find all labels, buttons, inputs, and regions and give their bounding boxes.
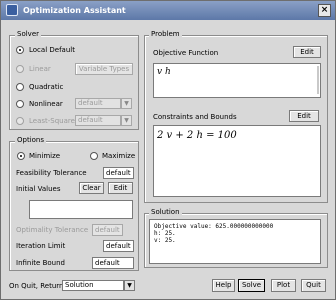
local-default-label: Local Default [29,46,75,54]
nonlinear-label: Nonlinear [29,100,63,108]
chevron-down-icon[interactable]: ▼ [121,98,132,109]
nonlinear-method-value: default [75,98,121,109]
optimality-tolerance-field[interactable]: default [92,224,123,236]
minimize-label: Minimize [29,152,61,160]
optimality-tolerance-label: Optimality Tolerance [16,226,89,234]
feasibility-tolerance-label: Feasibility Tolerance [16,169,87,177]
chevron-down-icon[interactable]: ▼ [121,115,132,126]
solution-output: Objective value: 625.000000000000 h: 25.… [149,219,321,264]
radio-least-squares[interactable] [16,117,24,125]
title-bar[interactable]: Optimization Assistant × [1,1,335,20]
solution-line: h: 25. [154,230,176,237]
solve-button[interactable]: Solve [238,279,265,292]
window-title: Optimization Assistant [23,6,126,15]
constraints-bounds-label: Constraints and Bounds [153,113,237,121]
clear-initial-values-button[interactable]: Clear [79,182,104,194]
close-button[interactable]: × [318,4,331,17]
maple-leaf-icon [6,4,18,16]
least-squares-label: Least-Squares [29,117,79,125]
on-quit-return-value: Solution [62,280,124,291]
on-quit-return-label: On Quit, Return [9,282,64,290]
radio-quadratic[interactable] [16,83,24,91]
solution-line: v: 25. [154,237,176,244]
radio-linear[interactable] [16,65,24,73]
objective-expression: v h [157,67,171,77]
linear-label: Linear [29,65,51,73]
objective-function-field[interactable]: v h [153,63,321,98]
infinite-bound-label: Infinite Bound [16,259,65,267]
edit-constraints-button[interactable]: Edit [289,110,319,122]
problem-group-label: Problem [149,30,182,38]
quadratic-label: Quadratic [29,83,64,91]
quit-button[interactable]: Quit [301,279,326,292]
plot-button[interactable]: Plot [271,279,296,292]
least-squares-method-value: default [75,115,121,126]
initial-values-label: Initial Values [16,185,61,193]
radio-maximize[interactable] [90,152,98,160]
objective-function-label: Objective Function [153,49,219,57]
edit-initial-values-button[interactable]: Edit [108,182,133,194]
infinite-bound-field[interactable]: default [92,257,134,269]
solution-line: Objective value: 625.000000000000 [154,223,274,230]
solver-group-label: Solver [15,30,41,38]
edit-objective-button[interactable]: Edit [293,46,321,58]
iteration-limit-field[interactable]: default [103,240,134,252]
maximize-label: Maximize [102,152,136,160]
feasibility-tolerance-field[interactable]: default [103,167,134,179]
radio-nonlinear[interactable] [16,100,24,108]
iteration-limit-label: Iteration Limit [16,242,66,250]
constraints-expression: 2 v + 2 h = 100 [157,130,237,141]
constraints-field[interactable]: 2 v + 2 h = 100 [153,125,321,197]
initial-values-field[interactable] [29,200,133,219]
objective-scrollbar[interactable] [317,66,319,94]
radio-local-default[interactable] [16,46,24,54]
radio-minimize[interactable] [17,152,25,160]
help-button[interactable]: Help [212,279,235,292]
variable-types-button[interactable]: Variable Types [75,63,133,75]
optimization-assistant-window: Optimization Assistant × Solver Local De… [0,0,336,300]
solution-group-label: Solution [149,208,182,216]
chevron-down-icon[interactable]: ▼ [124,280,135,291]
options-group-label: Options [15,136,47,144]
